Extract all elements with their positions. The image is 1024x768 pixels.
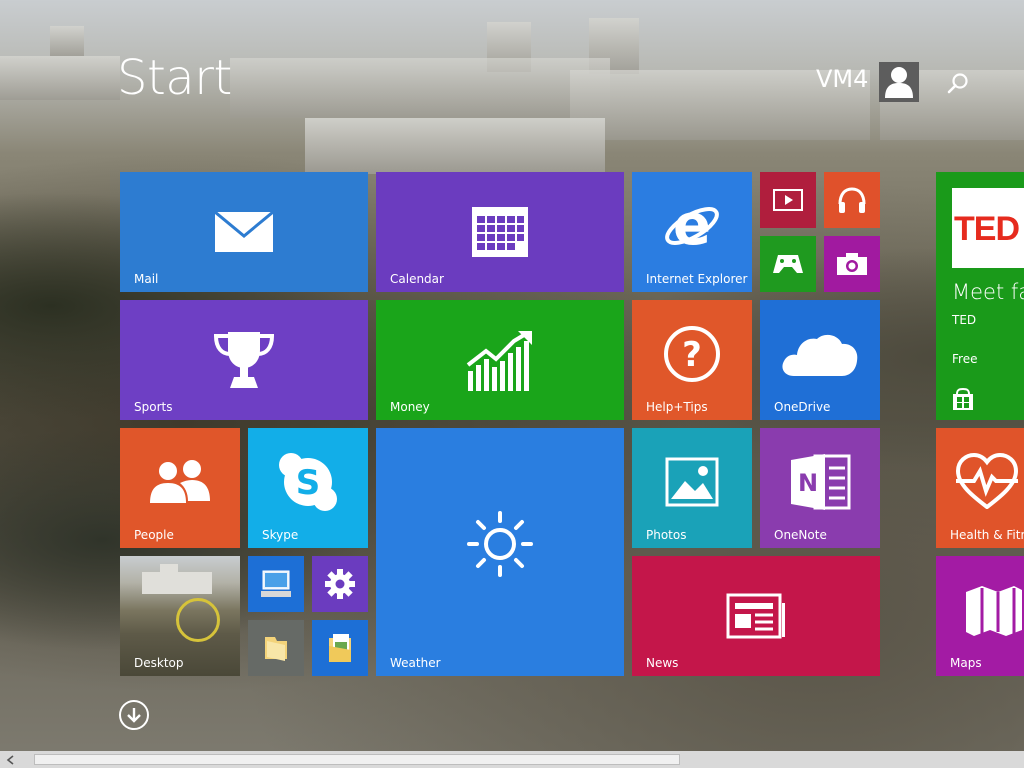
tile-label: Internet Explorer bbox=[646, 272, 748, 286]
background-building bbox=[50, 26, 84, 56]
background-building bbox=[0, 56, 120, 100]
tile-documents[interactable] bbox=[312, 620, 368, 676]
tile-label: News bbox=[646, 656, 679, 670]
ted-logo-text: TED bbox=[954, 210, 1020, 248]
people-icon bbox=[120, 442, 240, 522]
headphones-icon bbox=[824, 172, 880, 228]
arrow-down-icon bbox=[127, 708, 141, 723]
tile-label: Maps bbox=[950, 656, 982, 670]
svg-text:?: ? bbox=[682, 335, 702, 375]
internet-explorer-icon: e bbox=[632, 186, 752, 266]
tile-video[interactable] bbox=[760, 172, 816, 228]
photos-icon bbox=[632, 442, 752, 522]
search-icon bbox=[947, 73, 968, 94]
user-icon bbox=[885, 67, 913, 98]
tile-label: OneNote bbox=[774, 528, 827, 542]
gear-icon bbox=[312, 556, 368, 612]
tile-onenote[interactable]: N OneNote bbox=[760, 428, 880, 548]
tile-label: Health & Fitne bbox=[950, 528, 1024, 542]
tile-label: Skype bbox=[262, 528, 299, 542]
heart-rate-icon bbox=[952, 446, 1022, 516]
tile-calendar[interactable]: Calendar bbox=[376, 172, 624, 292]
folder-icon bbox=[248, 620, 304, 676]
tile-onedrive[interactable]: OneDrive bbox=[760, 300, 880, 420]
map-icon bbox=[964, 580, 1024, 640]
tile-this-pc[interactable] bbox=[248, 556, 304, 612]
avatar[interactable] bbox=[879, 62, 919, 102]
tile-people[interactable]: People bbox=[120, 428, 240, 548]
search-button[interactable] bbox=[945, 70, 971, 96]
tile-label: Weather bbox=[390, 656, 441, 670]
background-building bbox=[305, 118, 605, 174]
camera-icon bbox=[824, 236, 880, 292]
svg-text:e: e bbox=[673, 196, 711, 256]
tile-health-fitness[interactable]: Health & Fitne bbox=[936, 428, 1024, 548]
skype-icon: S bbox=[248, 442, 368, 522]
tile-label: People bbox=[134, 528, 174, 542]
trophy-icon bbox=[120, 320, 368, 400]
gamepad-icon bbox=[760, 236, 816, 292]
tile-money[interactable]: Money bbox=[376, 300, 624, 420]
user-name[interactable]: VM4 bbox=[816, 67, 868, 91]
scroll-left-button[interactable] bbox=[4, 754, 16, 765]
all-apps-button[interactable] bbox=[119, 700, 149, 730]
mail-icon bbox=[120, 192, 368, 272]
scrollbar-thumb[interactable] bbox=[34, 754, 680, 765]
tile-photos[interactable]: Photos bbox=[632, 428, 752, 548]
tile-label: Sports bbox=[134, 400, 173, 414]
tile-news[interactable]: News bbox=[632, 556, 880, 676]
ted-publisher: TED bbox=[952, 313, 977, 327]
tile-ted[interactable]: TED Meet fas TED Free bbox=[936, 172, 1024, 420]
background-building bbox=[589, 18, 639, 74]
tile-camera[interactable] bbox=[824, 236, 880, 292]
tile-file-explorer[interactable] bbox=[248, 620, 304, 676]
cloud-icon bbox=[760, 314, 880, 394]
tile-label: Desktop bbox=[134, 656, 184, 670]
background-building bbox=[487, 22, 531, 72]
tile-label: Calendar bbox=[390, 272, 444, 286]
background-building bbox=[230, 58, 610, 118]
store-icon bbox=[952, 387, 974, 410]
tile-skype[interactable]: S Skype bbox=[248, 428, 368, 548]
tile-label: Mail bbox=[134, 272, 159, 286]
money-chart-icon bbox=[376, 320, 624, 400]
ted-price: Free bbox=[952, 352, 978, 366]
tile-games[interactable] bbox=[760, 236, 816, 292]
chevron-left-icon bbox=[6, 754, 14, 765]
ted-logo: TED bbox=[952, 188, 1024, 268]
tile-sports[interactable]: Sports bbox=[120, 300, 368, 420]
calendar-icon bbox=[376, 192, 624, 272]
tile-music[interactable] bbox=[824, 172, 880, 228]
tile-label: OneDrive bbox=[774, 400, 831, 414]
sun-icon bbox=[376, 504, 624, 584]
tile-desktop[interactable]: Desktop bbox=[120, 556, 240, 676]
video-icon bbox=[760, 172, 816, 228]
svg-text:S: S bbox=[296, 463, 321, 503]
tile-label: Money bbox=[390, 400, 430, 414]
ted-headline: Meet fas bbox=[952, 280, 1024, 304]
tile-settings[interactable] bbox=[312, 556, 368, 612]
documents-folder-icon bbox=[312, 620, 368, 676]
tile-help-tips[interactable]: ? Help+Tips bbox=[632, 300, 752, 420]
computer-icon bbox=[248, 556, 304, 612]
tile-maps[interactable]: Maps bbox=[936, 556, 1024, 676]
tile-weather[interactable]: Weather bbox=[376, 428, 624, 676]
tile-label: Help+Tips bbox=[646, 400, 708, 414]
question-icon: ? bbox=[632, 314, 752, 394]
horizontal-scrollbar[interactable] bbox=[0, 751, 1024, 768]
tile-internet-explorer[interactable]: e Internet Explorer bbox=[632, 172, 752, 292]
tile-label: Photos bbox=[646, 528, 687, 542]
svg-text:N: N bbox=[798, 469, 818, 497]
tile-mail[interactable]: Mail bbox=[120, 172, 368, 292]
onenote-icon: N bbox=[760, 442, 880, 522]
news-icon bbox=[632, 576, 880, 656]
page-title: Start bbox=[117, 50, 232, 106]
